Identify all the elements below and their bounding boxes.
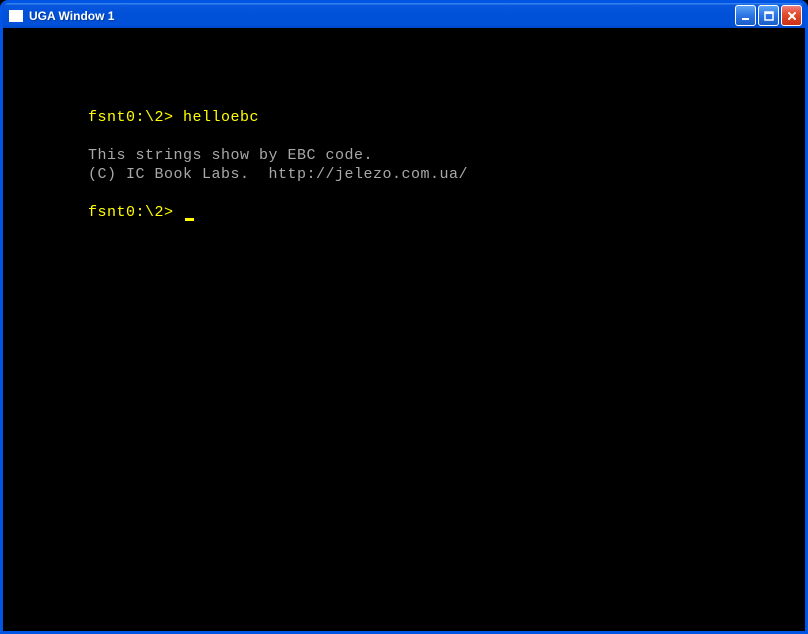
close-button[interactable] xyxy=(781,5,802,26)
application-window: UGA Window 1 fsnt0:\2> helloebc xyxy=(0,0,808,634)
blank-line xyxy=(88,127,805,146)
prompt-2: fsnt0:\2> xyxy=(88,204,183,221)
command-line-1: fsnt0:\2> helloebc xyxy=(88,108,805,127)
command-1: helloebc xyxy=(183,109,259,126)
output-line-1: This strings show by EBC code. xyxy=(88,146,805,165)
minimize-icon xyxy=(740,10,752,22)
blank-line xyxy=(88,184,805,203)
cursor xyxy=(185,218,194,221)
app-icon xyxy=(9,10,23,22)
terminal-area[interactable]: fsnt0:\2> helloebc This strings show by … xyxy=(3,28,805,631)
close-icon xyxy=(786,10,798,22)
output-line-2: (C) IC Book Labs. http://jelezo.com.ua/ xyxy=(88,165,805,184)
maximize-icon xyxy=(763,10,775,22)
window-title: UGA Window 1 xyxy=(29,9,735,23)
titlebar[interactable]: UGA Window 1 xyxy=(3,3,805,28)
window-controls xyxy=(735,5,802,26)
minimize-button[interactable] xyxy=(735,5,756,26)
command-line-2: fsnt0:\2> xyxy=(88,203,805,222)
prompt-1: fsnt0:\2> xyxy=(88,109,183,126)
maximize-button[interactable] xyxy=(758,5,779,26)
